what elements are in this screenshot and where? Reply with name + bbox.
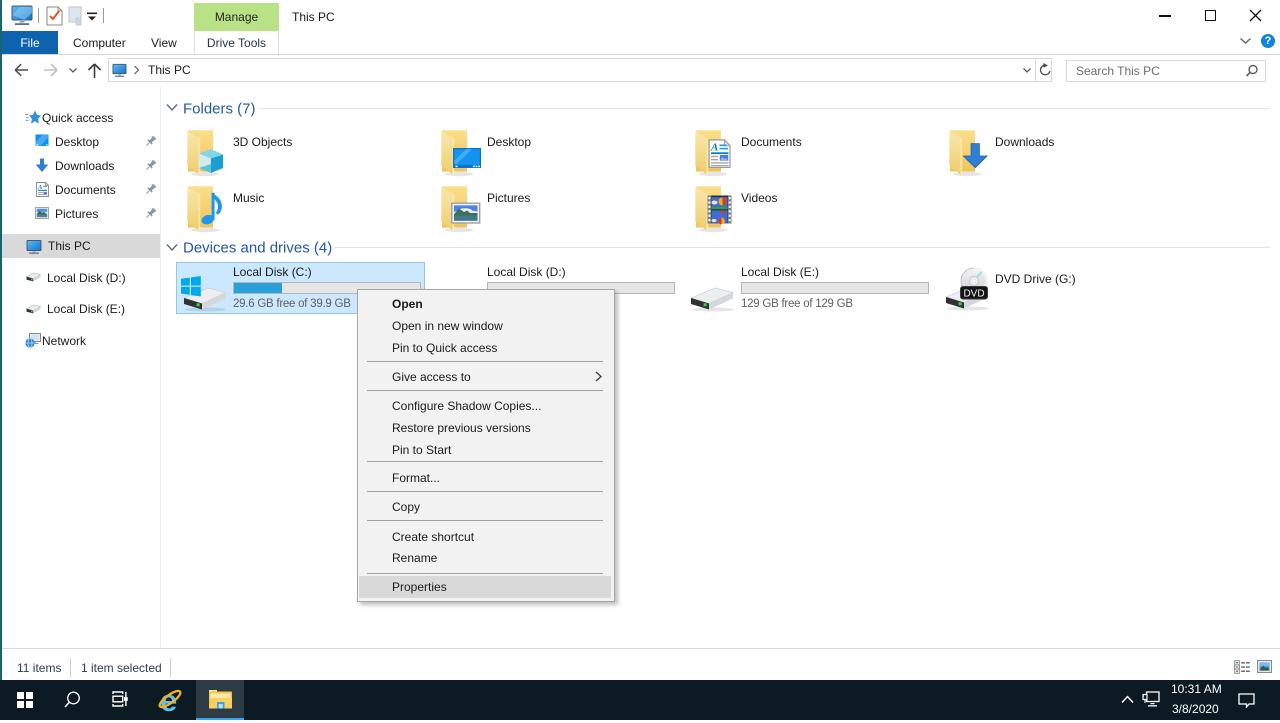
svg-text:A: A xyxy=(37,184,43,191)
svg-text:DVD: DVD xyxy=(963,289,984,300)
svg-text:A: A xyxy=(710,142,718,154)
